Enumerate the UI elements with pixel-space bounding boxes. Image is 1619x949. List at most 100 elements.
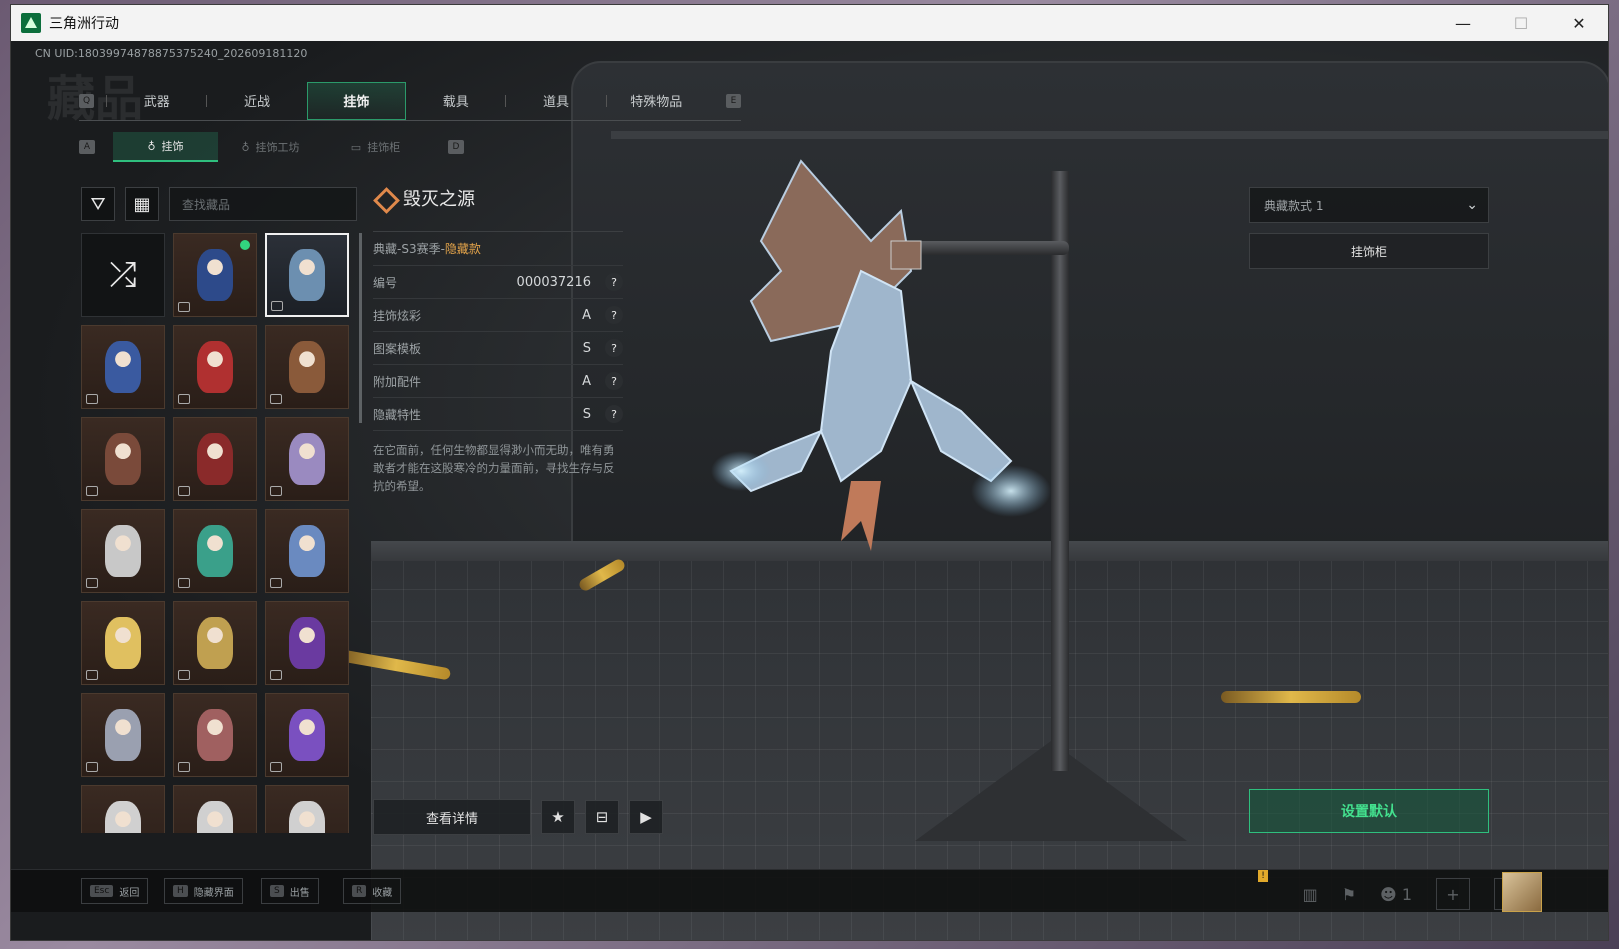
charm-cell[interactable] [173, 325, 257, 409]
avatar[interactable] [1502, 872, 1542, 912]
random-charm-cell[interactable]: ⤮ [81, 233, 165, 317]
charm-cell[interactable] [265, 509, 349, 593]
main-tabs: Q 武器 近战 挂饰 载具 道具 特殊物品 E [79, 81, 742, 121]
hint-label: 隐藏界面 [193, 887, 234, 899]
set-default-button[interactable]: 设置默认 [1249, 789, 1489, 833]
charm-thumbnail [289, 341, 325, 393]
charm-thumbnail [105, 341, 141, 393]
help-icon[interactable]: ? [605, 339, 623, 357]
image-tag-icon [86, 394, 98, 404]
hint-hide-ui[interactable]: H 隐藏界面 [164, 878, 243, 904]
charm-cell[interactable] [265, 693, 349, 777]
charm-thumbnail [289, 433, 325, 485]
add-slot-button[interactable]: + [1436, 878, 1470, 910]
bottom-bar: Esc 返回 H 隐藏界面 S 出售 R 收藏 ! ▥ ⚑ ☻ 1 + + [11, 869, 1608, 912]
charm-cell[interactable] [81, 325, 165, 409]
favorite-button[interactable]: ★ [541, 800, 575, 834]
image-tag-icon [270, 578, 282, 588]
tab-special-items[interactable]: 特殊物品 [607, 82, 706, 120]
charm-thumbnail [105, 525, 141, 577]
play-button[interactable]: ▶ [629, 800, 663, 834]
window-title: 三角洲行动 [49, 16, 119, 32]
grid-scrollbar[interactable] [359, 233, 362, 423]
attr-row-pattern: 图案模板 S ? [373, 332, 623, 365]
prev-tab-key[interactable]: Q [79, 93, 95, 108]
help-icon[interactable]: ? [605, 306, 623, 324]
style-select[interactable]: 典藏款式 1 ⌄ [1249, 187, 1489, 223]
charm-cell[interactable] [81, 509, 165, 593]
image-tag-icon [270, 670, 282, 680]
hint-key: Esc [90, 885, 114, 897]
tab-melee[interactable]: 近战 [207, 82, 306, 120]
charm-cell[interactable] [173, 785, 257, 833]
attr-value: A [582, 373, 591, 389]
hint-sell[interactable]: S 出售 [261, 878, 319, 904]
image-tag-icon [86, 486, 98, 496]
charm-icon: ♁ [241, 140, 250, 154]
charm-thumbnail [289, 709, 325, 761]
charm-thumbnail [197, 249, 233, 301]
charm-thumbnail [197, 433, 233, 485]
view-details-button[interactable]: 查看详情 [373, 799, 531, 835]
charm-thumbnail [289, 801, 325, 833]
next-subtab-key[interactable]: D [448, 140, 464, 154]
cart-button[interactable]: ⊟ [585, 800, 619, 834]
help-icon[interactable]: ? [605, 405, 623, 423]
filter-button[interactable]: ⛛ [81, 187, 115, 221]
maximize-button[interactable]: ☐ [1492, 5, 1550, 41]
hint-label: 出售 [289, 887, 310, 899]
charm-cell[interactable] [173, 601, 257, 685]
search-input[interactable]: 查找藏品 [169, 187, 357, 221]
tab-weapons[interactable]: 武器 [107, 82, 206, 120]
hint-label: 返回 [119, 887, 140, 899]
next-tab-key[interactable]: E [725, 93, 742, 108]
tab-charms[interactable]: 挂饰 [306, 81, 407, 120]
charm-cell[interactable] [173, 417, 257, 501]
charm-cell[interactable] [173, 693, 257, 777]
hint-favorite[interactable]: R 收藏 [343, 878, 402, 904]
attr-value: S [582, 340, 591, 356]
attr-row-accessory: 附加配件 A ? [373, 365, 623, 398]
charm-cell[interactable] [81, 785, 165, 833]
dragon-charm-preview[interactable] [711, 151, 1071, 571]
minimize-button[interactable]: — [1434, 5, 1492, 41]
charm-cell[interactable] [173, 509, 257, 593]
image-tag-icon [86, 762, 98, 772]
charm-cell[interactable] [81, 693, 165, 777]
charm-cell[interactable] [265, 417, 349, 501]
charm-cell[interactable] [81, 417, 165, 501]
subtab-charms[interactable]: ♁ 挂饰 [113, 132, 218, 162]
charm-thumbnail [105, 709, 141, 761]
charm-grid: ⤮ [81, 233, 351, 833]
charm-thumbnail [289, 617, 325, 669]
close-button[interactable]: ✕ [1550, 5, 1608, 41]
charm-cabinet-button[interactable]: 挂饰柜 [1249, 233, 1489, 269]
tab-vehicles[interactable]: 载具 [406, 82, 505, 120]
image-tag-icon [270, 486, 282, 496]
friends-icon[interactable]: ☻ 1 [1380, 885, 1412, 904]
app-logo-icon [21, 13, 41, 33]
help-icon[interactable]: ? [605, 372, 623, 390]
help-icon[interactable]: ? [605, 273, 623, 291]
prev-subtab-key[interactable]: A [79, 140, 95, 154]
charm-cell[interactable] [81, 601, 165, 685]
layout-button[interactable]: ▦ [125, 187, 159, 221]
sub-tabs: A ♁ 挂饰 ♁ 挂饰工坊 ▭ 挂饰柜 D [79, 131, 464, 163]
status-icons: ▥ ⚑ ☻ 1 + + [1303, 878, 1528, 910]
item-name: 毁灭之源 [403, 189, 475, 210]
charm-cell[interactable] [265, 325, 349, 409]
charm-cell[interactable] [265, 601, 349, 685]
charm-cell[interactable] [173, 233, 257, 317]
shuffle-icon: ⤮ [109, 255, 137, 295]
subtab-charm-cabinet[interactable]: ▭ 挂饰柜 [323, 132, 428, 162]
charm-cell[interactable] [265, 785, 349, 833]
subtab-charm-workshop[interactable]: ♁ 挂饰工坊 [218, 132, 323, 162]
detail-actions: 查看详情 ★ ⊟ ▶ [373, 799, 663, 835]
tab-items[interactable]: 道具 [506, 82, 605, 120]
charm-cell[interactable] [265, 233, 349, 317]
flag-icon[interactable]: ⚑ [1342, 885, 1356, 904]
subtab-label: 挂饰 [161, 140, 184, 153]
hint-back[interactable]: Esc 返回 [81, 878, 149, 904]
bar-chart-icon[interactable]: ▥ [1303, 885, 1318, 904]
hint-key: H [173, 885, 188, 897]
